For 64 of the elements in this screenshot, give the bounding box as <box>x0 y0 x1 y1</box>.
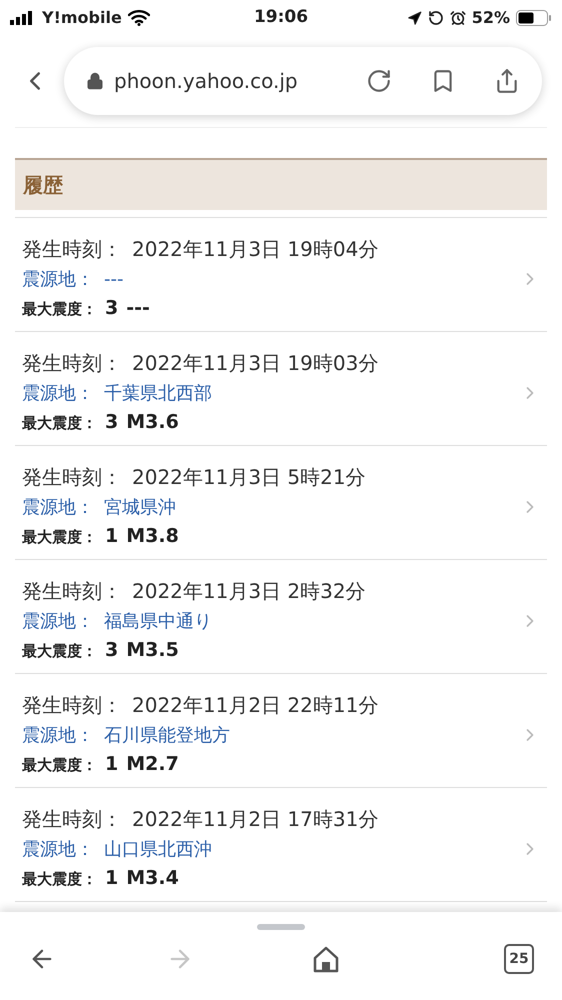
drag-handle[interactable] <box>257 924 305 930</box>
intensity-value: 1 <box>105 866 118 892</box>
occurrence-time: 2022年11月3日 2時32分 <box>132 578 366 606</box>
home-icon[interactable] <box>312 945 340 973</box>
quake-row[interactable]: 発生時刻： 2022年11月2日 17時31分 震源地： 山口県北西沖 最大震度： 1 M3.4 <box>15 788 547 902</box>
time-label: 発生時刻： <box>22 350 122 378</box>
occurrence-time: 2022年11月3日 19時04分 <box>132 236 378 264</box>
epicenter-label: 震源地： <box>22 838 94 862</box>
magnitude-value: M3.4 <box>126 866 179 892</box>
epicenter-value: --- <box>104 268 124 292</box>
magnitude-value: --- <box>126 296 150 322</box>
quake-row[interactable]: 発生時刻： 2022年11月3日 19時03分 震源地： 千葉県北西部 最大震度： 3 M3.6 <box>15 332 547 446</box>
epicenter-label: 震源地： <box>22 610 94 634</box>
epicenter-value: 山口県北西沖 <box>104 838 212 862</box>
occurrence-time: 2022年11月2日 22時11分 <box>132 692 378 720</box>
lock-icon <box>86 72 104 90</box>
battery-percent: 52% <box>472 7 510 29</box>
alarm-icon <box>450 10 466 26</box>
magnitude-value: M2.7 <box>126 752 179 778</box>
intensity-label: 最大震度： <box>22 299 97 320</box>
epicenter-value: 福島県中通り <box>104 610 212 634</box>
epicenter-label: 震源地： <box>22 724 94 748</box>
carrier-name: Y!mobile <box>42 7 122 29</box>
intensity-value: 3 <box>105 296 118 322</box>
quake-row[interactable]: 発生時刻： 2022年11月2日 22時11分 震源地： 石川県能登地方 最大震度： 1 M2.7 <box>15 674 547 788</box>
quake-row[interactable]: 発生時刻： 2022年11月3日 2時32分 震源地： 福島県中通り 最大震度： 3 M3.5 <box>15 560 547 674</box>
intensity-label: 最大震度： <box>22 413 97 434</box>
magnitude-value: M3.8 <box>126 524 179 550</box>
epicenter-value: 石川県能登地方 <box>104 724 230 748</box>
epicenter-value: 千葉県北西部 <box>104 382 212 406</box>
time-label: 発生時刻： <box>22 806 122 834</box>
intensity-value: 3 <box>105 638 118 664</box>
address-bar[interactable]: phoon.yahoo.co.jp <box>64 47 542 115</box>
time-label: 発生時刻： <box>22 236 122 264</box>
intensity-label: 最大震度： <box>22 755 97 776</box>
magnitude-value: M3.6 <box>126 410 179 436</box>
epicenter-label: 震源地： <box>22 382 94 406</box>
intensity-label: 最大震度： <box>22 869 97 890</box>
intensity-value: 1 <box>105 524 118 550</box>
time-label: 発生時刻： <box>22 692 122 720</box>
section-title: 履歴 <box>23 172 63 199</box>
epicenter-label: 震源地： <box>22 496 94 520</box>
intensity-label: 最大震度： <box>22 527 97 548</box>
magnitude-value: M3.5 <box>126 638 179 664</box>
wifi-icon <box>128 10 150 26</box>
rotation-lock-icon <box>428 10 444 26</box>
battery-icon <box>516 10 552 26</box>
time-label: 発生時刻： <box>22 464 122 492</box>
url-text: phoon.yahoo.co.jp <box>114 68 298 95</box>
intensity-label: 最大震度： <box>22 641 97 662</box>
quake-row[interactable]: 発生時刻： 2022年11月3日 5時21分 震源地： 宮城県沖 最大震度： 1 M3.8 <box>15 446 547 560</box>
reload-icon[interactable] <box>366 68 392 94</box>
quake-row[interactable]: 発生時刻： 2022年11月3日 19時04分 震源地： --- 最大震度： 3 --- <box>15 218 547 332</box>
clock-time: 19:06 <box>254 6 308 30</box>
epicenter-label: 震源地： <box>22 268 94 292</box>
tab-count-button[interactable]: 25 <box>504 944 534 974</box>
location-icon <box>406 10 422 26</box>
occurrence-time: 2022年11月3日 5時21分 <box>132 464 366 492</box>
intensity-value: 3 <box>105 410 118 436</box>
occurrence-time: 2022年11月3日 19時03分 <box>132 350 378 378</box>
epicenter-value: 宮城県沖 <box>104 496 176 520</box>
intensity-value: 1 <box>105 752 118 778</box>
time-label: 発生時刻： <box>22 578 122 606</box>
occurrence-time: 2022年11月2日 17時31分 <box>132 806 378 834</box>
